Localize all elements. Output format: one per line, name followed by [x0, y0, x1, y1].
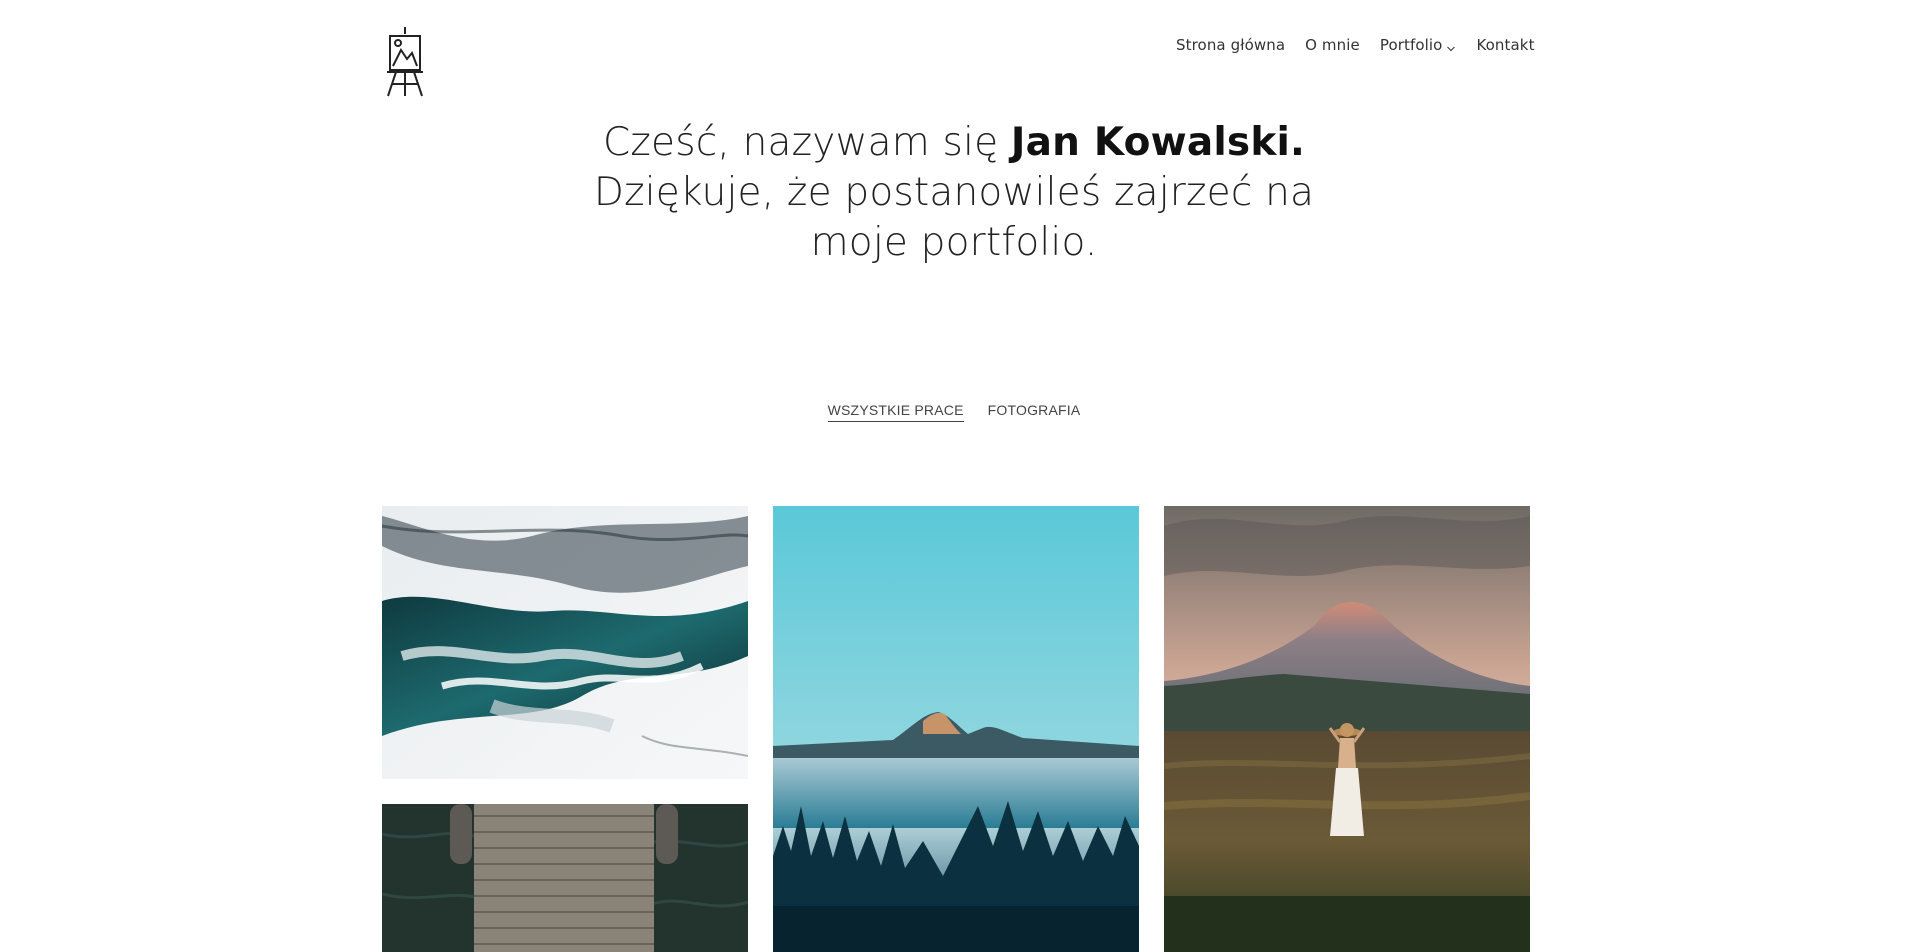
portfolio-filters: WSZYSTKIE PRACE FOTOGRAFIA: [0, 402, 1908, 422]
hero-line-3: moje portfolio.: [810, 220, 1098, 265]
gallery-item-volcano-woman[interactable]: [1164, 506, 1530, 952]
easel-icon[interactable]: [384, 26, 426, 98]
nav-item-portfolio[interactable]: Portfolio: [1380, 36, 1457, 54]
nav-item-label: Kontakt: [1476, 36, 1535, 54]
nav-item-label: Portfolio: [1379, 36, 1443, 54]
nav-item-label: Strona główna: [1176, 36, 1286, 54]
filter-all-works[interactable]: WSZYSTKIE PRACE: [827, 402, 964, 422]
nav-item-contact[interactable]: Kontakt: [1476, 36, 1534, 54]
hero-greeting: Cześć, nazywam się: [602, 120, 1011, 165]
hero-heading: Cześć, nazywam się Jan Kowalski. Dziękuj…: [554, 118, 1354, 268]
nav-item-label: O mnie: [1305, 36, 1360, 54]
nav-item-home[interactable]: Strona główna: [1176, 36, 1285, 54]
gallery-item-wooden-pier[interactable]: [382, 804, 748, 952]
hero-line-1: Cześć, nazywam się Jan Kowalski.: [554, 118, 1354, 168]
hero-name: Jan Kowalski.: [1010, 120, 1306, 165]
chevron-down-icon: [1446, 40, 1456, 52]
main-nav: Strona główna O mnie Portfolio Kontakt: [1176, 36, 1535, 54]
gallery-item-frozen-river[interactable]: [382, 506, 748, 779]
filter-photography[interactable]: FOTOGRAFIA: [988, 402, 1081, 422]
nav-item-about[interactable]: O mnie: [1305, 36, 1360, 54]
hero-line-2: Dziękuje, że postanowileś zajrzeć na: [593, 170, 1315, 215]
site-header: Strona główna O mnie Portfolio Kontakt: [0, 0, 1908, 110]
gallery-item-mountain-fog[interactable]: [773, 506, 1139, 952]
